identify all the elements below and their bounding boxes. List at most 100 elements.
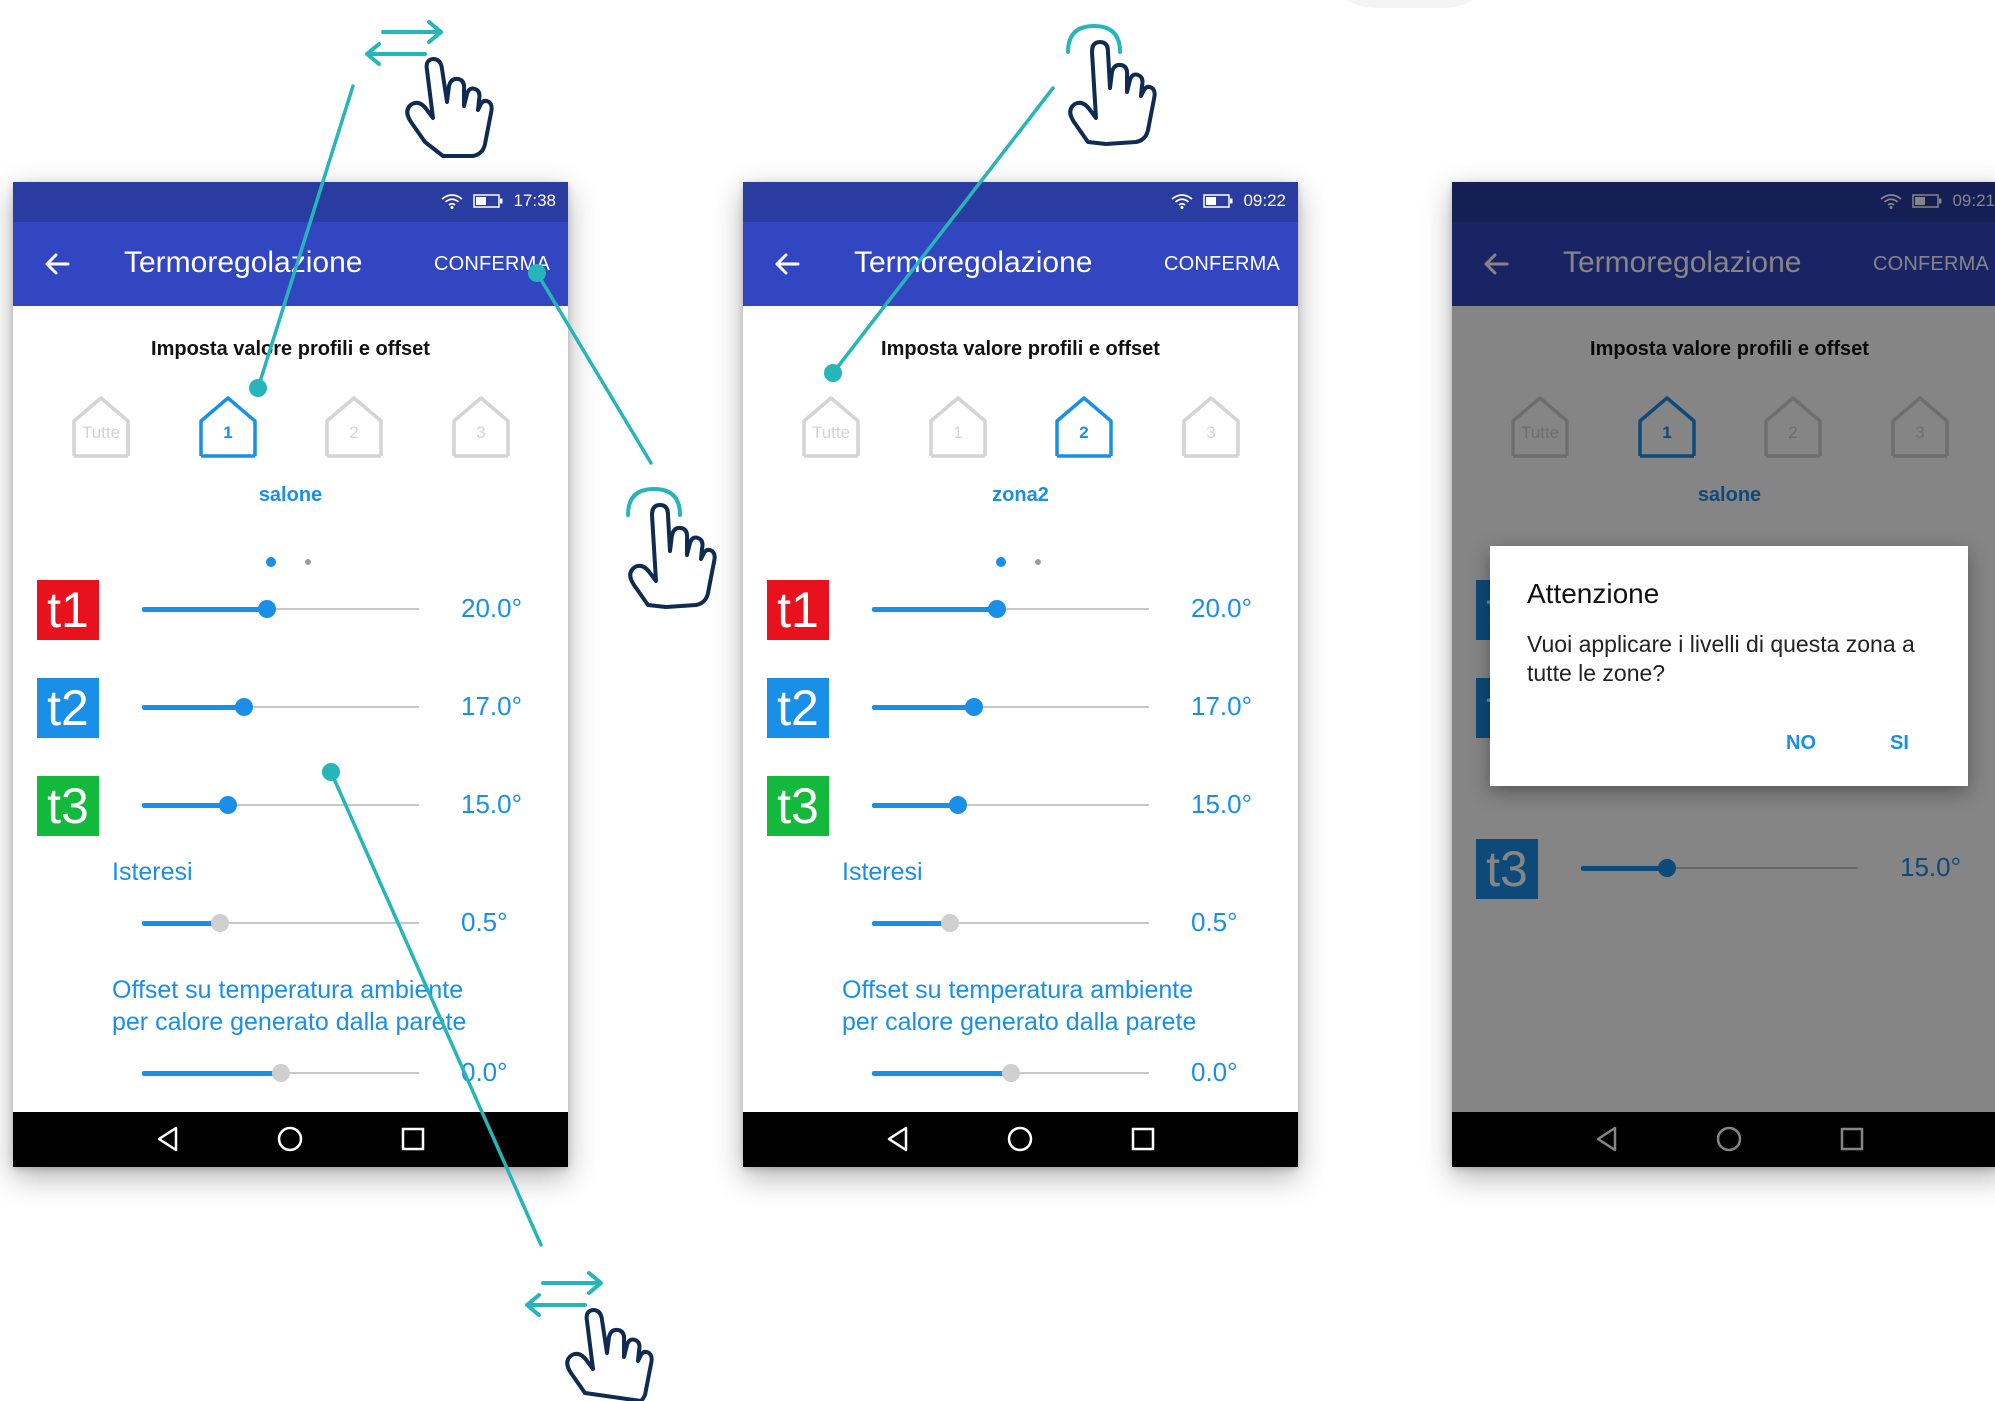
t3-value: 15.0° (1191, 789, 1253, 819)
t2-value: 17.0° (1191, 691, 1253, 721)
t3-slider[interactable] (142, 791, 419, 819)
offset-slider[interactable] (872, 1059, 1149, 1087)
offset-label: Offset su temperatura ambiente per calore… (842, 974, 1196, 1038)
t1-slider[interactable] (872, 595, 1149, 623)
clock: 17:38 (513, 191, 556, 210)
zone-tab-2[interactable]: 2 (1052, 394, 1116, 458)
zone-tab-1[interactable]: 1 (196, 394, 260, 458)
back-arrow-icon[interactable] (771, 248, 803, 280)
zone-tab-3[interactable]: 3 (1179, 394, 1243, 458)
nav-home-icon[interactable] (1006, 1125, 1034, 1158)
dialog-yes-button[interactable]: SI (1890, 732, 1909, 755)
offset-value: 0.0° (461, 1057, 508, 1087)
slider-thumb[interactable] (940, 914, 959, 932)
dialog-no-button[interactable]: NO (1786, 732, 1816, 755)
hysteresis-label: Isteresi (112, 858, 193, 886)
hysteresis-label: Isteresi (842, 858, 923, 886)
back-arrow-icon[interactable] (41, 248, 73, 280)
app-bar: Termoregolazione CONFERMA (13, 222, 568, 306)
nav-recents-icon[interactable] (399, 1125, 427, 1158)
zone-tab-1[interactable]: 1 (926, 394, 990, 458)
slider-fill (142, 607, 267, 612)
zone-tab-label: 1 (223, 423, 233, 442)
t2-value: 17.0° (461, 691, 523, 721)
offset-label: Offset su temperatura ambiente per calore… (112, 974, 466, 1038)
zone-tab-label: 1 (953, 423, 963, 442)
battery-icon (473, 194, 503, 208)
zone-tab-all[interactable]: Tutte (799, 394, 863, 458)
t1-value: 20.0° (461, 593, 523, 623)
t3-value: 15.0° (461, 789, 523, 819)
phone-screen-3: 09:21 Termoregolazione CONFERMA Imposta … (1452, 182, 1995, 1167)
t1-value: 20.0° (1191, 593, 1253, 623)
phone-screen-1: 17:38 Termoregolazione CONFERMA Imposta … (13, 182, 568, 1167)
hysteresis-value: 0.5° (461, 907, 508, 937)
confirm-button[interactable]: CONFERMA (434, 253, 550, 276)
tap-hand-icon (1066, 23, 1157, 146)
tap-hand-icon (626, 486, 717, 609)
status-bar: 17:38 (13, 182, 568, 222)
hysteresis-value: 0.5° (1191, 907, 1238, 937)
slider-thumb[interactable] (271, 1064, 290, 1082)
t3-slider[interactable] (872, 791, 1149, 819)
status-bar: 09:22 (743, 182, 1298, 222)
swipe-hand-icon (525, 1271, 654, 1401)
page-dot (305, 559, 311, 565)
nav-back-icon[interactable] (884, 1125, 912, 1158)
page-dot-active (996, 557, 1006, 567)
zone-tab-label: Tutte (81, 423, 121, 442)
zone-tab-label: Tutte (811, 423, 851, 442)
offset-label-line1: Offset su temperatura ambiente (842, 976, 1194, 1004)
navigation-bar (13, 1112, 568, 1167)
app-bar: Termoregolazione CONFERMA (743, 222, 1298, 306)
slider-thumb[interactable] (987, 600, 1006, 618)
page-dot (1035, 559, 1041, 565)
slider-fill (872, 1071, 1011, 1076)
section-title: Imposta valore profili e offset (881, 338, 1160, 360)
t2-slider[interactable] (142, 693, 419, 721)
app-title: Termoregolazione (124, 246, 363, 279)
zone-tab-3[interactable]: 3 (449, 394, 513, 458)
offset-label-line2: per calore generato dalla parete (112, 1008, 467, 1036)
slider-thumb[interactable] (218, 796, 237, 814)
t1-slider[interactable] (142, 595, 419, 623)
slider-fill (872, 921, 950, 926)
section-title: Imposta valore profili e offset (151, 338, 430, 360)
slider-thumb[interactable] (1001, 1064, 1020, 1082)
level-badge-t2: t2 (37, 678, 99, 738)
zone-tab-label: 3 (476, 423, 486, 442)
page-indicator (743, 556, 1298, 568)
nav-home-icon[interactable] (276, 1125, 304, 1158)
offset-slider[interactable] (142, 1059, 419, 1087)
level-badge-t2: t2 (767, 678, 829, 738)
offset-label-line1: Offset su temperatura ambiente (112, 976, 464, 1004)
clock: 09:22 (1243, 191, 1286, 210)
slider-thumb[interactable] (948, 796, 967, 814)
dialog-title: Attenzione (1527, 578, 1660, 609)
slider-fill (142, 803, 228, 808)
content: Imposta valore profili e offset Tutte 1 … (743, 306, 1298, 1087)
t2-slider[interactable] (872, 693, 1149, 721)
zone-name: salone (258, 484, 323, 506)
slider-thumb[interactable] (257, 600, 276, 618)
page-indicator (13, 556, 568, 568)
confirm-button[interactable]: CONFERMA (1164, 253, 1280, 276)
slider-thumb[interactable] (235, 698, 254, 716)
confirm-dialog: Attenzione Vuoi applicare i livelli di q… (1490, 546, 1968, 786)
slider-fill (142, 1071, 281, 1076)
zone-tab-label: 2 (349, 423, 359, 442)
slider-fill (872, 705, 975, 710)
level-badge-t1: t1 (767, 580, 829, 640)
level-badge-t3: t3 (37, 776, 99, 836)
slider-thumb[interactable] (210, 914, 229, 932)
zone-tab-2[interactable]: 2 (322, 394, 386, 458)
nav-back-icon[interactable] (154, 1125, 182, 1158)
slider-thumb[interactable] (965, 698, 984, 716)
level-badge-t3: t3 (767, 776, 829, 836)
offset-value: 0.0° (1191, 1057, 1238, 1087)
content: Imposta valore profili e offset Tutte 1 … (13, 306, 568, 1087)
nav-recents-icon[interactable] (1129, 1125, 1157, 1158)
hysteresis-slider[interactable] (142, 909, 419, 937)
hysteresis-slider[interactable] (872, 909, 1149, 937)
zone-tab-all[interactable]: Tutte (69, 394, 133, 458)
